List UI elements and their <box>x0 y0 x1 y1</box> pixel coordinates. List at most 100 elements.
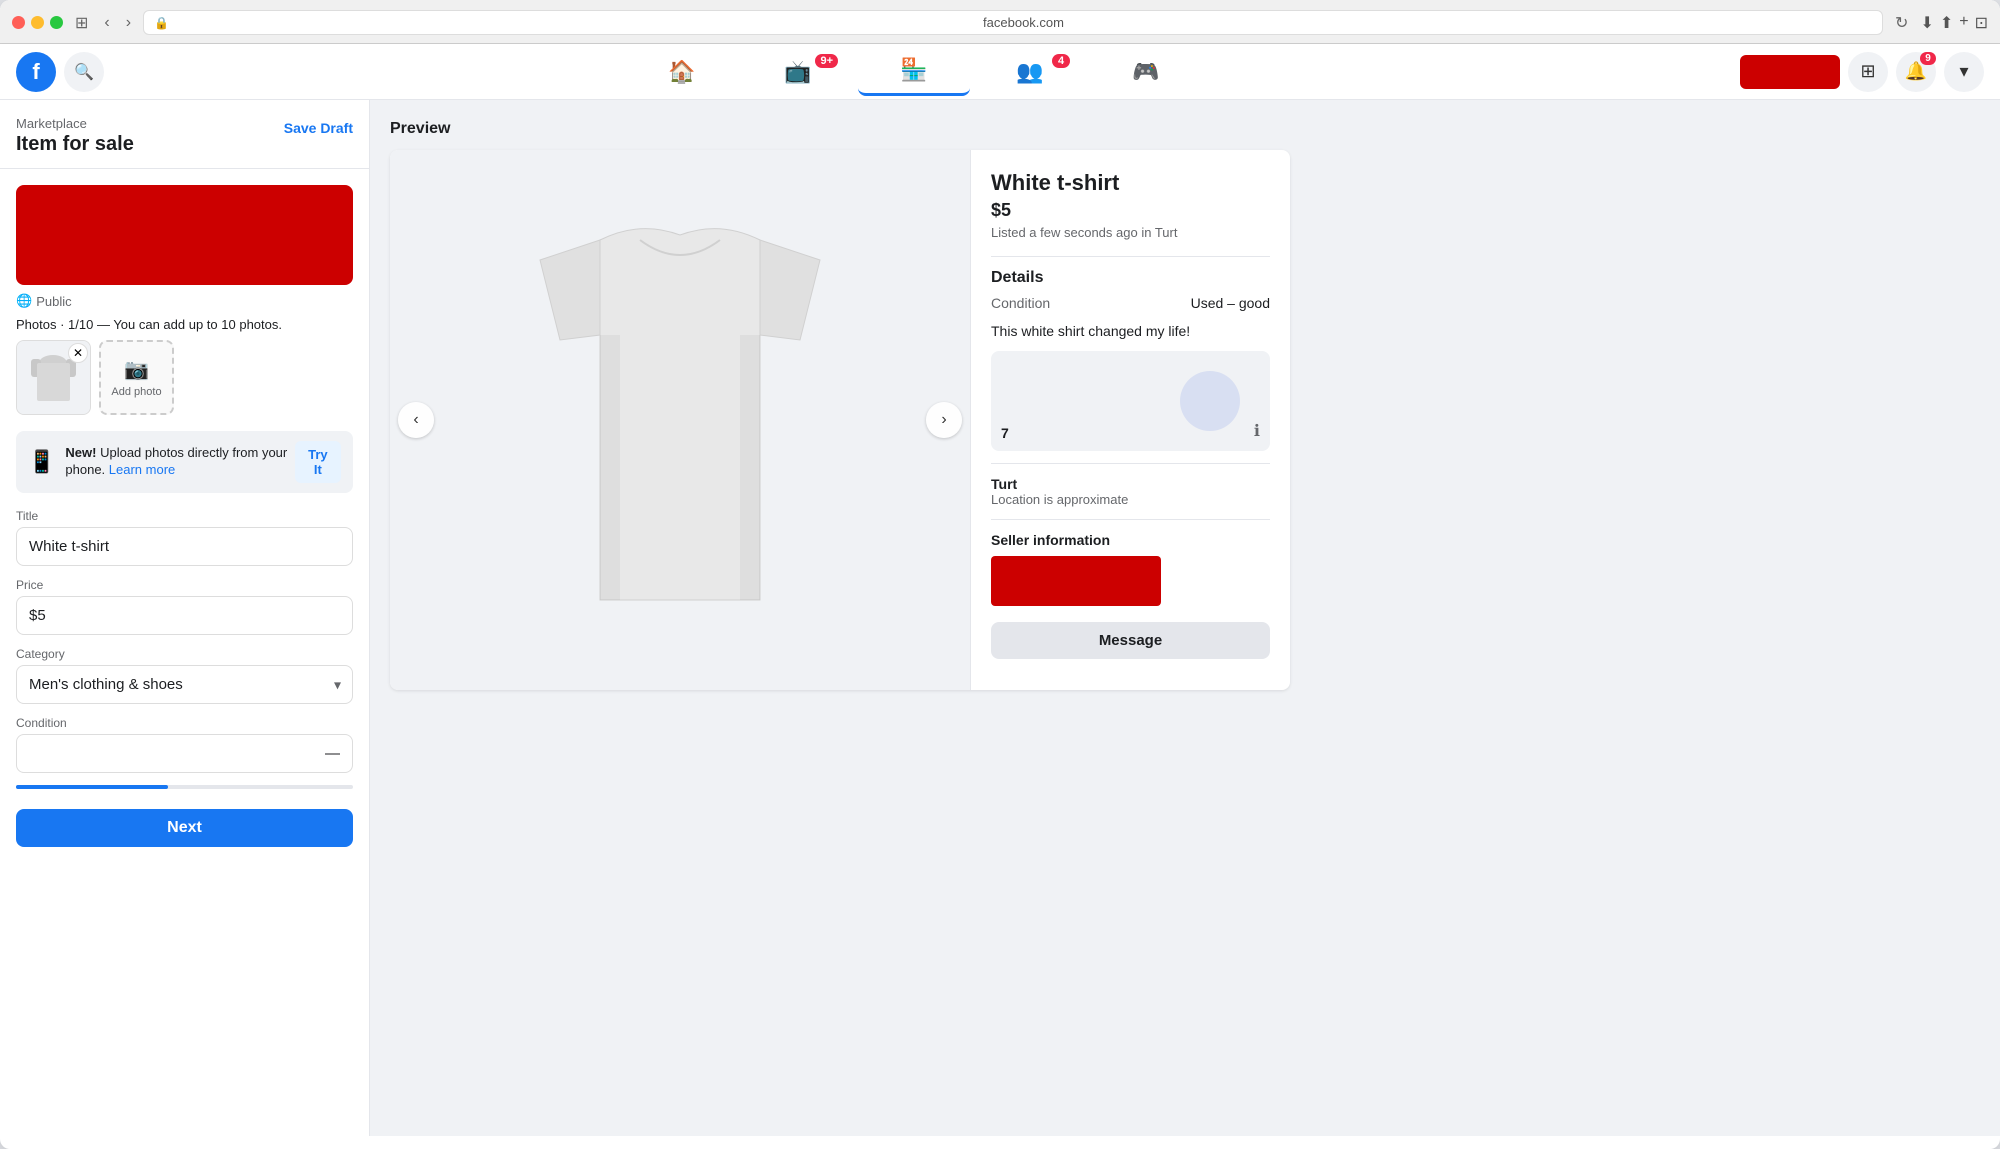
seller-section: Seller information <box>991 519 1270 606</box>
condition-key: Condition <box>991 295 1050 311</box>
gaming-icon: 🎮 <box>1132 59 1159 85</box>
price-input[interactable] <box>16 596 353 635</box>
video-badge: 9+ <box>815 54 838 68</box>
category-select-wrapper: Men's clothing & shoes ▾ <box>16 665 353 704</box>
nav-gaming[interactable]: 🎮 <box>1090 48 1202 96</box>
add-photo-label: Add photo <box>111 386 161 398</box>
product-image <box>470 170 890 670</box>
progress-bar <box>16 785 168 789</box>
groups-badge: 4 <box>1052 54 1070 68</box>
progress-bar-container <box>16 785 353 789</box>
main-layout: Marketplace Item for sale Save Draft 🌐 P… <box>0 100 2000 1136</box>
profile-photo-button[interactable] <box>1740 55 1840 89</box>
learn-more-link[interactable]: Learn more <box>109 462 175 477</box>
browser-forward-btn[interactable]: › <box>122 12 135 34</box>
form-body: 🌐 Public Photos · 1/10 — You can add up … <box>0 169 369 863</box>
seller-title: Seller information <box>991 532 1270 548</box>
form-header: Marketplace Item for sale Save Draft <box>0 100 369 169</box>
try-it-button[interactable]: Try It <box>295 441 341 483</box>
message-button[interactable]: Message <box>991 622 1270 659</box>
category-field-group: Category Men's clothing & shoes ▾ <box>16 647 353 704</box>
title-input[interactable] <box>16 527 353 566</box>
download-icon[interactable]: ⬇ <box>1920 13 1933 33</box>
image-carousel: ‹ <box>390 150 970 690</box>
preview-card: ‹ <box>390 150 1290 690</box>
remove-photo-button[interactable]: ✕ <box>68 343 88 363</box>
browser-action-buttons: ⬇ ⬆ + ⊡ <box>1920 13 1988 33</box>
home-icon: 🏠 <box>668 59 695 85</box>
preview-area: Preview ‹ <box>370 100 2000 1136</box>
video-icon: 📺 <box>784 59 811 85</box>
url-text: facebook.com <box>175 15 1872 30</box>
page-title: Item for sale <box>16 133 134 156</box>
browser-sidebar-btn[interactable]: ⊞ <box>71 11 92 35</box>
search-button[interactable]: 🔍 <box>64 52 104 92</box>
photos-row: ✕ 📷 Add photo <box>16 340 353 415</box>
new-badge: New! <box>65 445 96 460</box>
price-field-group: Price <box>16 578 353 635</box>
traffic-light-red[interactable] <box>12 16 25 29</box>
nav-home[interactable]: 🏠 <box>626 48 738 96</box>
category-label: Category <box>16 647 353 661</box>
category-select[interactable]: Men's clothing & shoes <box>16 665 353 704</box>
title-field-group: Title <box>16 509 353 566</box>
nav-right: ⊞ 🔔 9 ▾ <box>1740 52 1984 92</box>
address-bar[interactable]: 🔒 facebook.com <box>143 10 1883 35</box>
traffic-light-green[interactable] <box>50 16 63 29</box>
tshirt-svg <box>480 180 880 660</box>
phone-icon: 📱 <box>28 449 55 475</box>
add-tab-icon[interactable]: + <box>1959 13 1968 33</box>
groups-icon: 👥 <box>1016 59 1043 85</box>
product-info-panel: White t-shirt $5 Listed a few seconds ag… <box>970 150 1290 690</box>
product-description: This white shirt changed my life! <box>991 323 1270 339</box>
upload-banner: 📱 New! Upload photos directly from your … <box>16 431 353 493</box>
details-title: Details <box>991 269 1270 287</box>
visibility-label: Public <box>36 294 71 309</box>
carousel-right-arrow[interactable]: › <box>926 402 962 438</box>
browser-refresh-btn[interactable]: ↻ <box>1891 11 1912 35</box>
tabs-icon[interactable]: ⊡ <box>1975 13 1988 33</box>
condition-row: Condition Used – good <box>991 295 1270 311</box>
condition-dash-icon: — <box>325 745 340 762</box>
visibility-row: 🌐 Public <box>16 293 353 309</box>
photo-thumbnail-1: ✕ <box>16 340 91 415</box>
location-name: Turt <box>991 476 1270 492</box>
add-photo-icon: 📷 <box>124 357 149 382</box>
product-title: White t-shirt <box>991 170 1270 196</box>
add-photo-button[interactable]: 📷 Add photo <box>99 340 174 415</box>
carousel-left-arrow[interactable]: ‹ <box>398 402 434 438</box>
product-listed: Listed a few seconds ago in Turt <box>991 225 1270 240</box>
preview-label: Preview <box>390 120 1980 138</box>
condition-field-group: Condition — <box>16 716 353 773</box>
save-draft-button[interactable]: Save Draft <box>284 116 353 136</box>
upload-description: Upload photos directly from your phone. <box>65 445 287 477</box>
photos-count-label: Photos · 1/10 — You can add up to 10 pho… <box>16 317 353 332</box>
map-circle <box>1180 371 1240 431</box>
nav-groups[interactable]: 👥 4 <box>974 48 1086 96</box>
facebook-logo[interactable]: f <box>16 52 56 92</box>
visibility-icon: 🌐 <box>16 293 32 309</box>
condition-dropdown[interactable]: — <box>16 734 353 773</box>
traffic-light-yellow[interactable] <box>31 16 44 29</box>
browser-back-btn[interactable]: ‹ <box>100 12 113 34</box>
notifications-button[interactable]: 🔔 9 <box>1896 52 1936 92</box>
facebook-navbar: f 🔍 🏠 📺 9+ 🏪 👥 4 🎮 ⊞ <box>0 44 2000 100</box>
share-icon[interactable]: ⬆ <box>1940 13 1953 33</box>
grid-menu-button[interactable]: ⊞ <box>1848 52 1888 92</box>
main-photo-upload[interactable] <box>16 185 353 285</box>
map-placeholder: 7 ℹ <box>991 351 1270 451</box>
details-section: Details Condition Used – good <box>991 256 1270 311</box>
lock-icon: 🔒 <box>154 16 169 30</box>
seller-avatar <box>991 556 1161 606</box>
marketplace-icon: 🏪 <box>900 57 927 83</box>
location-section: Turt Location is approximate <box>991 463 1270 507</box>
product-price: $5 <box>991 200 1270 221</box>
marketplace-label: Marketplace <box>16 116 134 131</box>
nav-watch[interactable]: 📺 9+ <box>742 48 854 96</box>
account-menu-button[interactable]: ▾ <box>1944 52 1984 92</box>
nav-marketplace[interactable]: 🏪 <box>858 48 970 96</box>
condition-value: Used – good <box>1191 295 1270 311</box>
form-sidebar: Marketplace Item for sale Save Draft 🌐 P… <box>0 100 370 1136</box>
next-button[interactable]: Next <box>16 809 353 847</box>
condition-label: Condition <box>16 716 353 730</box>
